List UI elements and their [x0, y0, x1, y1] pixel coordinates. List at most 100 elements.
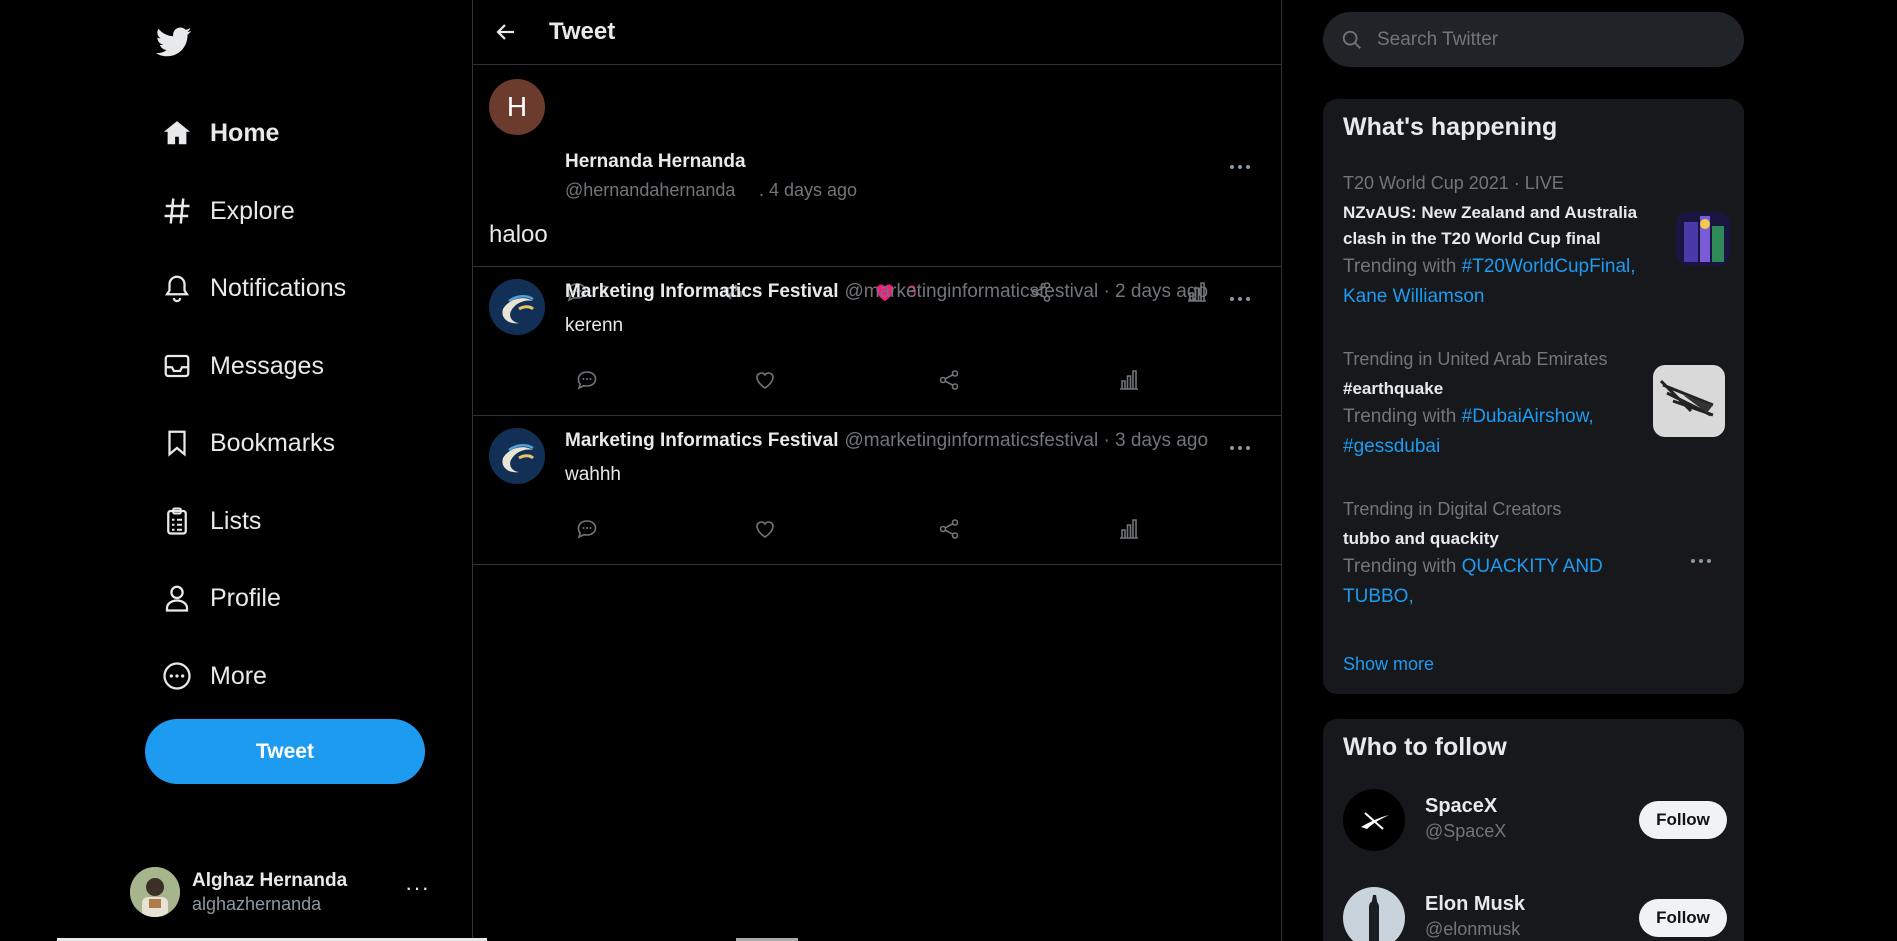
- trends-title: What's happening: [1343, 113, 1558, 141]
- nav-item-profile[interactable]: Profile: [160, 574, 281, 622]
- who-to-follow-panel: Who to follow SpaceX @SpaceX Follow Elon…: [1323, 719, 1744, 941]
- tweet-more-icon[interactable]: [1225, 157, 1255, 177]
- nav-item-messages[interactable]: Messages: [160, 342, 324, 390]
- avatar: [130, 867, 180, 917]
- nav-label-profile: Profile: [210, 583, 281, 612]
- reply-text: wahhh: [565, 464, 621, 485]
- back-arrow-icon[interactable]: [491, 17, 521, 47]
- follow-item[interactable]: Elon Musk @elonmusk Follow: [1343, 887, 1727, 941]
- trend-item[interactable]: Trending in Digital Creators tubbo and q…: [1343, 499, 1643, 612]
- avatar[interactable]: [489, 428, 545, 484]
- nav-item-more[interactable]: More: [160, 652, 267, 700]
- analytics-button[interactable]: [1117, 365, 1141, 395]
- nav-label-notifications: Notifications: [210, 273, 347, 302]
- account-switcher[interactable]: Alghaz Hernanda alghazhernanda ···: [130, 865, 440, 919]
- reply-button[interactable]: [575, 514, 599, 544]
- reply-meta: @marketinginformaticsfestival · 3 days a…: [844, 430, 1209, 451]
- nav-item-explore[interactable]: Explore: [160, 187, 295, 235]
- search-bar[interactable]: [1323, 12, 1744, 67]
- nav-item-lists[interactable]: Lists: [160, 497, 261, 545]
- hashtag-icon: [160, 194, 194, 228]
- tweet-text: haloo: [489, 221, 548, 248]
- share-icon: [939, 370, 959, 390]
- trend-context: Trending in Digital Creators: [1343, 499, 1562, 519]
- reply-icon: [577, 371, 597, 390]
- account-name: Alghaz Hernanda: [192, 869, 348, 891]
- account-handle: alghazhernanda: [192, 893, 322, 914]
- analytics-button[interactable]: [1117, 514, 1141, 544]
- reply-more-icon[interactable]: [1225, 438, 1255, 458]
- like-button[interactable]: [753, 365, 777, 395]
- home-icon: [160, 116, 194, 150]
- follow-button[interactable]: Follow: [1639, 801, 1727, 839]
- analytics-icon: [1120, 370, 1138, 390]
- share-icon: [939, 519, 959, 539]
- follow-name[interactable]: Elon Musk: [1425, 893, 1525, 916]
- main-header: Tweet: [473, 0, 1281, 65]
- avatar[interactable]: H: [489, 79, 545, 135]
- reply-author-name[interactable]: Marketing Informatics Festival: [565, 430, 838, 451]
- like-button[interactable]: [753, 514, 777, 544]
- trend-image: [1676, 212, 1730, 266]
- trend-with-label: Trending with: [1343, 406, 1462, 427]
- reply-actions: [565, 514, 1205, 544]
- more-circle-icon: [160, 659, 194, 693]
- reply-button[interactable]: [575, 365, 599, 395]
- trend-title: #earthquake: [1343, 379, 1444, 398]
- nav-item-notifications[interactable]: Notifications: [160, 264, 346, 312]
- heart-icon: [756, 372, 774, 389]
- main-tweet[interactable]: H Hernanda Hernanda @hernandahernanda . …: [473, 65, 1281, 302]
- reply-tweet[interactable]: Marketing Informatics Festival @marketing…: [473, 416, 1281, 565]
- trends-panel: What's happening T20 World Cup 2021 · LI…: [1323, 99, 1744, 694]
- analytics-icon: [1120, 519, 1138, 539]
- search-input[interactable]: [1377, 28, 1717, 51]
- tweet-timestamp: . 4 days ago: [759, 180, 858, 200]
- share-button[interactable]: [937, 514, 961, 544]
- avatar[interactable]: [1343, 789, 1405, 851]
- twitter-logo-icon[interactable]: [154, 24, 194, 60]
- bell-icon: [160, 271, 194, 305]
- follow-button[interactable]: Follow: [1639, 899, 1727, 937]
- follow-name[interactable]: SpaceX: [1425, 795, 1497, 818]
- trend-with-label: Trending with: [1343, 556, 1462, 577]
- left-sidebar: Home Explore Notifications Messages Book…: [0, 0, 472, 941]
- reply-icon: [577, 520, 597, 539]
- share-button[interactable]: [937, 365, 961, 395]
- follow-title: Who to follow: [1343, 733, 1507, 761]
- reply-author-name[interactable]: Marketing Informatics Festival: [565, 281, 838, 302]
- reply-tweet[interactable]: Marketing Informatics Festival @marketing…: [473, 267, 1281, 416]
- tweet-author-name[interactable]: Hernanda Hernanda: [565, 151, 746, 173]
- avatar[interactable]: [489, 279, 545, 335]
- trend-title: NZvAUS: New Zealand and Australia clash …: [1343, 203, 1638, 248]
- account-more-icon[interactable]: ···: [405, 875, 430, 901]
- trend-context: T20 World Cup 2021 · LIVE: [1343, 173, 1564, 193]
- trend-image: [1653, 365, 1725, 437]
- nav-item-home[interactable]: Home: [160, 109, 279, 157]
- list-icon: [160, 504, 194, 538]
- search-icon: [1339, 27, 1365, 53]
- envelope-icon: [160, 349, 194, 383]
- nav-label-bookmarks: Bookmarks: [210, 428, 336, 457]
- nav-label-lists: Lists: [210, 506, 262, 535]
- follow-item[interactable]: SpaceX @SpaceX Follow: [1343, 789, 1727, 853]
- nav-label-home: Home: [210, 118, 280, 147]
- bookmark-icon: [160, 426, 194, 460]
- reply-more-icon[interactable]: [1225, 289, 1255, 309]
- nav-label-explore: Explore: [210, 196, 295, 225]
- follow-handle: @elonmusk: [1425, 919, 1521, 939]
- nav-item-bookmarks[interactable]: Bookmarks: [160, 419, 335, 467]
- avatar[interactable]: [1343, 887, 1405, 941]
- nav-label-more: More: [210, 661, 267, 690]
- reply-text: kerenn: [565, 315, 624, 336]
- follow-handle: @SpaceX: [1425, 821, 1507, 841]
- show-more-link[interactable]: Show more: [1343, 654, 1434, 675]
- reply-meta: @marketinginformaticsfestival · 2 days a…: [844, 281, 1209, 302]
- trend-more-icon[interactable]: [1686, 551, 1716, 571]
- tweet-button[interactable]: Tweet: [145, 719, 425, 784]
- trend-item[interactable]: T20 World Cup 2021 · LIVE NZvAUS: New Ze…: [1343, 173, 1643, 312]
- trend-item[interactable]: Trending in United Arab Emirates #earthq…: [1343, 349, 1663, 462]
- nav-label-messages: Messages: [210, 351, 324, 380]
- tweet-author-handle[interactable]: @hernandahernanda: [565, 180, 735, 201]
- main-column: Tweet H Hernanda Hernanda @hernandaherna…: [472, 0, 1282, 941]
- trend-context: Trending in United Arab Emirates: [1343, 349, 1608, 369]
